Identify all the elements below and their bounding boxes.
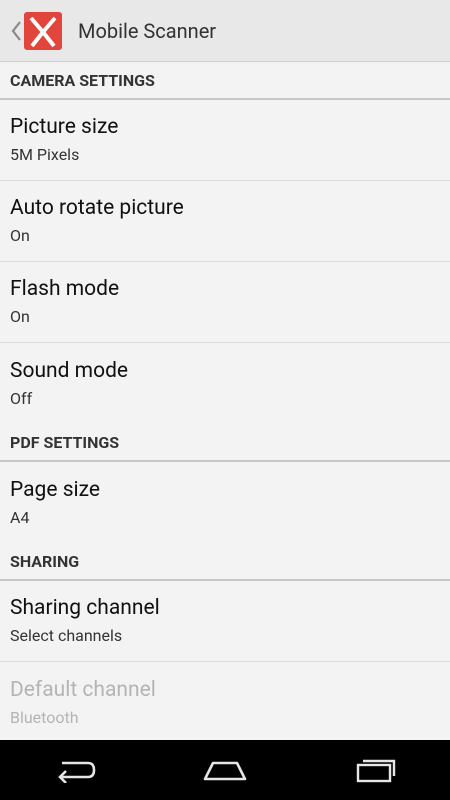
recents-icon: [356, 759, 396, 783]
pref-summary: A4: [10, 507, 30, 527]
pref-default-channel: Default channel Bluetooth: [0, 662, 450, 740]
pref-summary: Select channels: [10, 626, 123, 645]
pref-title: Auto rotate picture: [10, 196, 184, 220]
pref-summary: On: [10, 226, 30, 245]
pref-summary: Bluetooth: [10, 707, 79, 727]
pref-title: Sound mode: [10, 358, 129, 383]
settings-list: CAMERA SETTINGS Picture size 5M Pixels A…: [0, 62, 450, 740]
pref-auto-rotate-picture[interactable]: Auto rotate picture On: [0, 181, 450, 262]
pref-title: Flash mode: [10, 277, 120, 301]
section-header-sharing: SHARING: [0, 543, 450, 581]
recents-button[interactable]: [330, 740, 420, 800]
pref-title: Picture size: [10, 115, 119, 139]
pref-summary: Off: [10, 388, 33, 408]
scanner-app-logo-icon: [24, 11, 62, 50]
app-title: Mobile Scanner: [78, 18, 217, 43]
section-header-camera: CAMERA SETTINGS: [0, 62, 450, 100]
section-header-pdf: PDF SETTINGS: [0, 424, 450, 462]
back-button[interactable]: [30, 740, 120, 800]
pref-summary: On: [10, 307, 30, 326]
back-icon: [58, 761, 96, 783]
pref-sharing-channel[interactable]: Sharing channel Select channels: [0, 581, 450, 662]
chevron-left-icon: [11, 20, 21, 41]
pref-summary: 5M Pixels: [10, 145, 80, 164]
action-bar: Mobile Scanner: [0, 0, 450, 62]
navigation-bar: [0, 740, 450, 800]
pref-sound-mode[interactable]: Sound mode Off: [0, 343, 450, 424]
pref-picture-size[interactable]: Picture size 5M Pixels: [0, 100, 450, 181]
pref-title: Page size: [10, 477, 101, 502]
pref-title: Default channel: [10, 677, 156, 702]
pref-page-size[interactable]: Page size A4: [0, 462, 450, 543]
pref-flash-mode[interactable]: Flash mode On: [0, 262, 450, 343]
home-button[interactable]: [180, 740, 270, 800]
pref-title: Sharing channel: [10, 596, 160, 620]
up-navigation-button[interactable]: [0, 0, 62, 62]
home-icon: [203, 761, 247, 781]
